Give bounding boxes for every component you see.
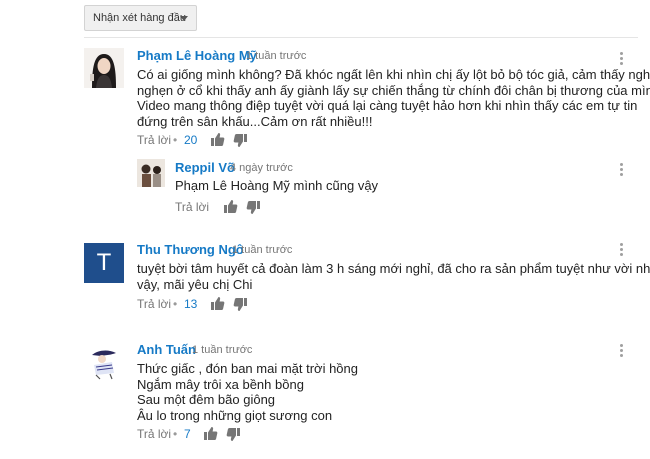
avatar[interactable] [84,48,124,88]
separator-dot: • [173,133,178,147]
more-vert-icon[interactable] [618,243,624,259]
thumbs-down-icon[interactable] [246,200,261,215]
thumbs-up-icon[interactable] [210,132,225,147]
avatar[interactable] [137,159,165,187]
comment-timestamp[interactable]: 4 ngày trước [230,162,293,174]
comment-text: Có ai giống mình không? Đã khóc ngất lên… [137,67,650,129]
comment-text: Phạm Lê Hoàng Mỹ mình cũng vậy [175,178,379,193]
sort-label: Nhận xét hàng đầu [93,12,186,24]
thumbs-down-icon[interactable] [226,427,241,442]
avatar[interactable] [84,341,124,381]
comment-timestamp[interactable]: 1 tuần trước [192,344,252,356]
thumbs-down-icon[interactable] [233,297,248,312]
reply-button[interactable]: Trả lời [137,133,171,147]
comment-timestamp[interactable]: 1 tuần trước [232,244,292,256]
comment-author[interactable]: Thu Thương Ngô [137,242,244,257]
reply-button[interactable]: Trả lời [137,427,171,441]
comment-actions: Trả lời • 7 [137,427,257,443]
thumbs-up-icon[interactable] [203,426,218,441]
comment-text: Thức giấc , đón ban mai mặt trời hồng Ng… [137,361,358,423]
comment-timestamp[interactable]: 1 tuần trước [246,50,306,62]
more-vert-icon[interactable] [618,163,624,179]
comment-author[interactable]: Phạm Lê Hoàng Mỹ [137,48,257,63]
separator-dot: • [173,297,178,311]
comment-author[interactable]: Anh Tuấn [137,342,196,357]
thumbs-up-icon[interactable] [210,296,225,311]
separator-dot: • [173,427,178,441]
comment-actions: Trả lời • 13 [137,297,257,313]
more-vert-icon[interactable] [618,52,624,68]
avatar[interactable]: T [84,243,124,283]
comment-actions: Trả lời [175,200,265,216]
more-vert-icon[interactable] [618,344,624,360]
divider [84,37,638,38]
avatar-letter: T [96,249,112,276]
like-count: 20 [184,133,198,147]
reply-button[interactable]: Trả lời [137,297,171,311]
thumbs-down-icon[interactable] [233,133,248,148]
caret-down-icon [180,16,188,21]
comment-author[interactable]: Reppil Võ [175,160,235,175]
comment-actions: Trả lời • 20 [137,133,257,149]
reply-button[interactable]: Trả lời [175,200,209,214]
sort-dropdown[interactable]: Nhận xét hàng đầu [84,5,197,31]
like-count: 7 [184,427,191,441]
thumbs-up-icon[interactable] [223,199,238,214]
like-count: 13 [184,297,198,311]
comment-text: tuyệt bời tâm huyết cả đoàn làm 3 h sáng… [137,261,650,292]
